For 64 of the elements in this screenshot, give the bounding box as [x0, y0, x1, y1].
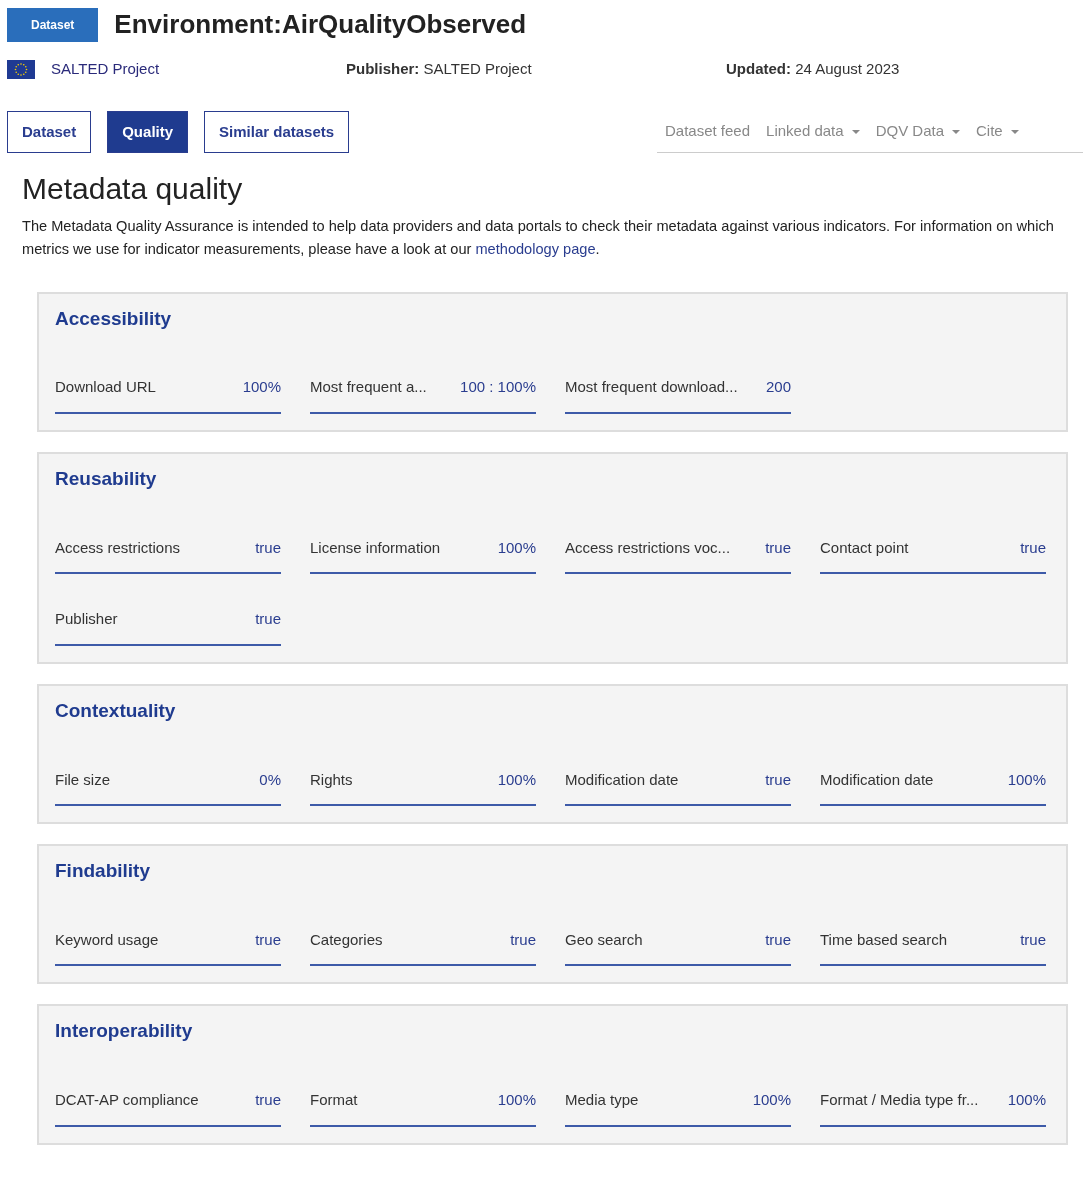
publisher-info: Publisher: SALTED Project: [346, 59, 533, 79]
metric-value: true: [1020, 537, 1046, 558]
methodology-link[interactable]: methodology page: [475, 241, 596, 258]
metric-label: Geo search: [565, 929, 643, 950]
metric-value: 0%: [259, 769, 281, 790]
section-title: Contextuality: [55, 699, 177, 723]
type-badge: Dataset: [7, 8, 99, 42]
metric-value: true: [765, 769, 791, 790]
metric-label: Media type: [565, 1090, 639, 1111]
tab[interactable]: Similar datasets: [204, 110, 350, 153]
metric-value: 100%: [1007, 1090, 1046, 1111]
metric-label: Categories: [310, 929, 383, 950]
metric-label: Modification date: [820, 769, 934, 790]
metric-label: File size: [55, 769, 110, 790]
metric-label: Contact point: [820, 537, 909, 558]
metric-label: Most frequent a...: [310, 377, 427, 398]
metric-label: License information: [310, 537, 441, 558]
metric-label: Publisher: [55, 609, 118, 630]
metric-value: 100%: [752, 1090, 791, 1111]
metric-value: 100%: [497, 769, 536, 790]
action-link[interactable]: Linked data: [766, 119, 860, 142]
action-link[interactable]: Dataset feed: [665, 119, 751, 142]
metric-label: Keyword usage: [55, 929, 159, 950]
caret-icon: [952, 129, 960, 134]
intro-paragraph: The Metadata Quality Assurance is intended to help data providers and data portals to check their metadata against various indicators. For information on which metrics we use for indicator measurements, please have a look at our methodology page.: [22, 217, 1055, 260]
metric-value: true: [255, 537, 281, 558]
metric-value: true: [255, 929, 281, 950]
metric-value: 100%: [1007, 769, 1046, 790]
metric-label: Most frequent download...: [565, 377, 738, 398]
metric-label: Time based search: [820, 929, 947, 950]
metric-value: 100 : 100%: [460, 377, 536, 398]
section-title: Accessibility: [55, 307, 173, 331]
section-title: Interoperability: [55, 1020, 194, 1044]
page-heading: Metadata quality: [22, 171, 244, 207]
metric-label: Format / Media type fr...: [820, 1090, 979, 1111]
metric-label: Format: [310, 1090, 358, 1111]
caret-icon: [1010, 129, 1019, 134]
metric-label: Access restrictions: [55, 537, 181, 558]
metric-label: Modification date: [565, 769, 679, 790]
metric-label: Access restrictions voc...: [565, 537, 731, 558]
metric-value: true: [255, 1090, 281, 1111]
metric-value: 200: [765, 377, 791, 398]
metric-value: 100%: [497, 537, 536, 558]
metric-value: true: [1020, 929, 1046, 950]
metric-label: DCAT-AP compliance: [55, 1090, 199, 1111]
metric-label: Rights: [310, 769, 353, 790]
section-title: Findability: [55, 860, 151, 883]
action-link[interactable]: Cite: [976, 119, 1019, 142]
metric-value: 100%: [497, 1090, 536, 1111]
metric-value: true: [255, 609, 281, 630]
dataset-title: Environment:AirQualityObserved: [114, 9, 527, 41]
catalog-name: SALTED Project: [51, 59, 160, 79]
updated-info: Updated: 24 August 2023: [726, 59, 900, 79]
caret-icon: [851, 129, 860, 134]
action-link[interactable]: DQV Data: [875, 119, 960, 142]
flag-icon: [7, 59, 35, 79]
metric-label: Download URL: [55, 377, 156, 398]
tab[interactable]: Quality: [107, 110, 189, 153]
tab[interactable]: Dataset: [7, 110, 92, 153]
metric-value: true: [765, 537, 791, 558]
metric-value: true: [765, 929, 791, 950]
metric-value: 100%: [242, 377, 281, 398]
metric-value: true: [510, 929, 536, 950]
section-title: Reusability: [55, 468, 158, 491]
